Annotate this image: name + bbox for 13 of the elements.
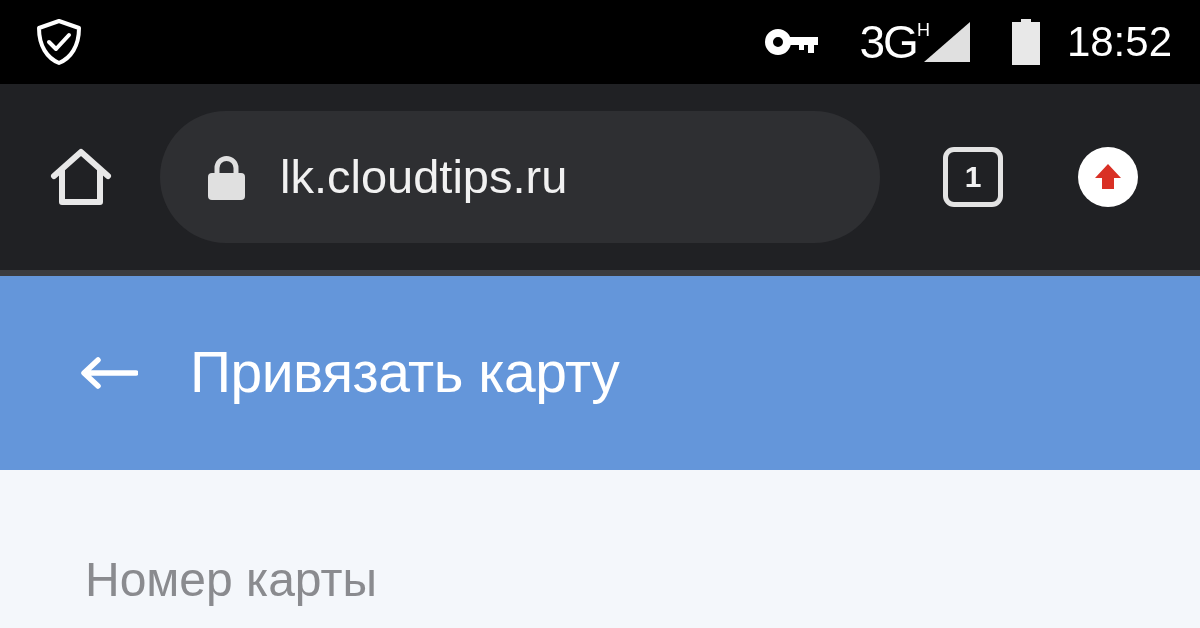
status-time: 18:52	[1066, 21, 1172, 63]
network-type: 3G$^{H}$	[859, 19, 930, 65]
url-text: lk.cloudtips.ru	[280, 148, 568, 205]
home-icon[interactable]	[50, 148, 112, 206]
back-arrow-icon[interactable]	[80, 357, 138, 389]
lock-icon	[208, 154, 245, 200]
battery-icon	[1011, 19, 1040, 65]
field-label: Номер карты	[85, 552, 378, 608]
shield-check-icon	[35, 18, 83, 66]
page-title: Привязать карту	[190, 339, 620, 407]
address-bar[interactable]: lk.cloudtips.ru	[160, 111, 880, 243]
tab-count-button[interactable]: 1	[943, 147, 1003, 207]
key-icon	[764, 29, 818, 55]
